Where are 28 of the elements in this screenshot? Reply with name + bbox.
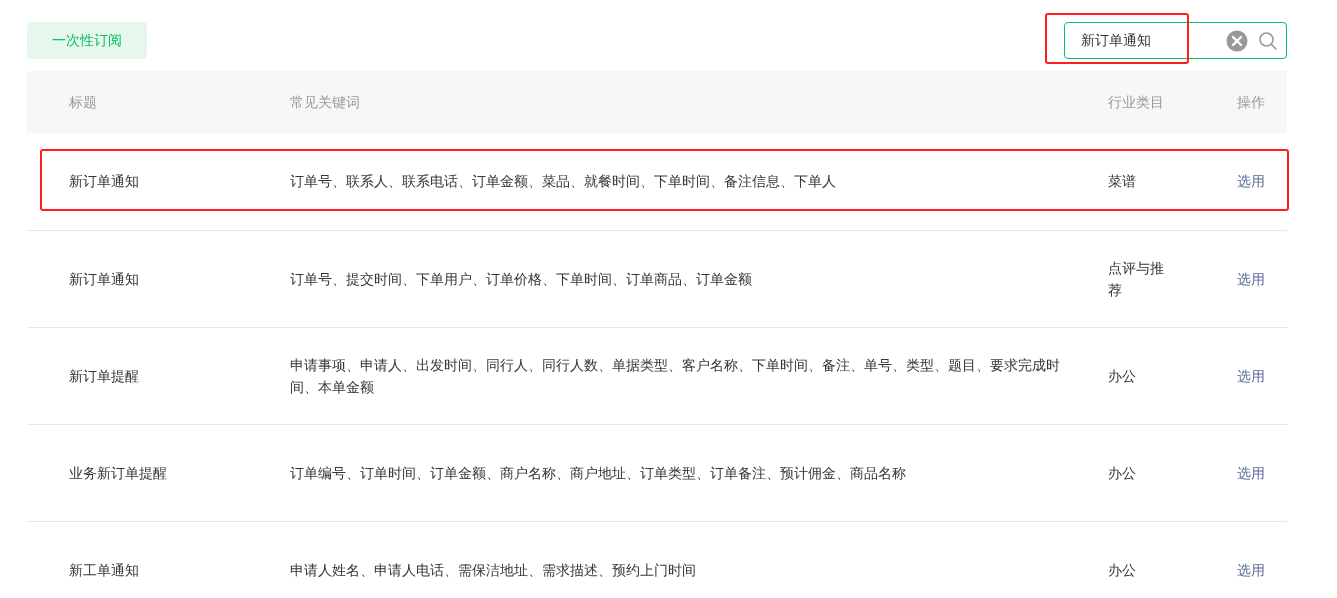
clear-icon[interactable]: [1226, 29, 1248, 52]
category-text: 办公: [1108, 561, 1136, 578]
title-text: 新订单通知: [69, 173, 139, 190]
search-field[interactable]: 新订单通知: [1081, 30, 1216, 51]
category-text: 办公: [1108, 464, 1136, 481]
title-text: 新订单提醒: [69, 367, 139, 384]
select-link[interactable]: 选用: [1237, 464, 1265, 481]
title-text: 新订单通知: [69, 270, 139, 287]
select-link[interactable]: 选用: [1237, 270, 1265, 287]
keywords-text: 订单号、联系人、联系电话、订单金额、菜品、就餐时间、下单时间、备注信息、下单人: [290, 173, 836, 190]
title-text: 新工单通知: [69, 561, 139, 578]
category-text: 菜谱: [1108, 173, 1136, 190]
column-header: 标题: [69, 93, 97, 110]
column-header: 行业类目: [1108, 93, 1164, 110]
category-text: 点评与推荐: [1108, 259, 1164, 298]
keywords-text: 申请人姓名、申请人电话、需保洁地址、需求描述、预约上门时间: [290, 561, 696, 578]
select-link[interactable]: 选用: [1237, 367, 1265, 384]
select-link[interactable]: 选用: [1237, 173, 1265, 190]
keywords-text: 申请事项、申请人、出发时间、同行人、同行人数、单据类型、客户名称、下单时间、备注、单号、类型、题目、要求完成时间、本单金额: [290, 356, 1060, 395]
title-text: 业务新订单提醒: [69, 464, 167, 481]
search-icon[interactable]: [1258, 30, 1278, 51]
keywords-text: 订单编号、订单时间、订单金额、商户名称、商户地址、订单类型、订单备注、预计佣金、商品名称: [290, 464, 906, 481]
keywords-text: 订单号、提交时间、下单用户、订单价格、下单时间、订单商品、订单金额: [290, 270, 752, 287]
search-box[interactable]: 新订单通知: [1064, 22, 1287, 59]
column-header: 常见关键词: [290, 93, 360, 110]
category-text: 办公: [1108, 367, 1136, 384]
select-link[interactable]: 选用: [1237, 561, 1265, 578]
column-header: 操作: [1237, 93, 1265, 110]
